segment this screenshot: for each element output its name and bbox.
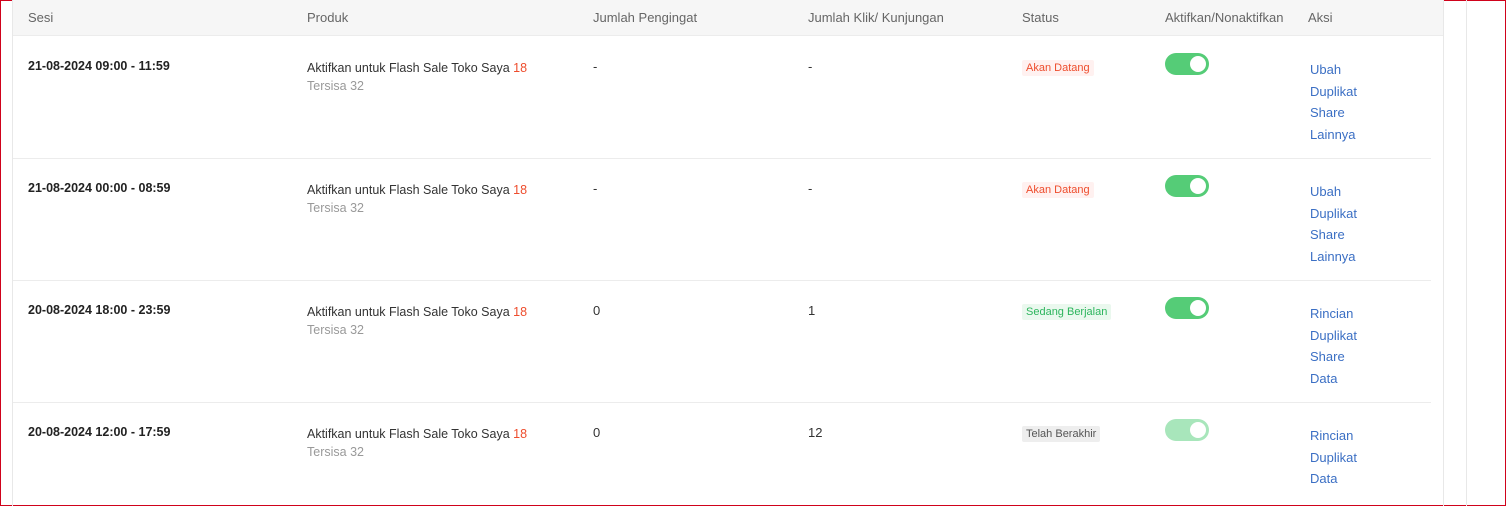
status-badge: Akan Datang: [1022, 60, 1094, 76]
toggle-knob: [1190, 300, 1206, 316]
product-count: 18: [513, 183, 528, 197]
stock-remaining: Tersisa 32: [307, 323, 364, 337]
actions-list: Ubah Duplikat Share Lainnya: [1310, 59, 1357, 146]
data-link[interactable]: Data: [1310, 468, 1357, 490]
click-count: -: [808, 181, 813, 196]
toggle-knob: [1190, 178, 1206, 194]
stock-remaining: Tersisa 32: [307, 79, 364, 93]
status-badge: Sedang Berjalan: [1022, 304, 1112, 320]
enable-toggle[interactable]: [1165, 297, 1209, 319]
edit-link[interactable]: Ubah: [1310, 59, 1357, 81]
toggle-knob: [1190, 56, 1206, 72]
product-count: 18: [513, 305, 528, 319]
details-link[interactable]: Rincian: [1310, 303, 1357, 325]
session-time: 20-08-2024 18:00 - 23:59: [28, 303, 171, 317]
product-cell: Aktifkan untuk Flash Sale Toko Saya 18 T…: [307, 425, 527, 461]
table-row: 21-08-2024 09:00 - 11:59 Aktifkan untuk …: [13, 37, 1431, 159]
data-link[interactable]: Data: [1310, 368, 1357, 390]
stock-remaining: Tersisa 32: [307, 201, 364, 215]
duplicate-link[interactable]: Duplikat: [1310, 325, 1357, 347]
share-link[interactable]: Share: [1310, 102, 1357, 124]
enable-toggle: [1165, 419, 1209, 441]
product-cell: Aktifkan untuk Flash Sale Toko Saya 18 T…: [307, 59, 527, 95]
more-link[interactable]: Lainnya: [1310, 124, 1357, 146]
reminder-count: 0: [593, 303, 601, 318]
actions-list: Rincian Duplikat Share Data: [1310, 303, 1357, 390]
reminder-count: -: [593, 59, 598, 74]
header-klik: Jumlah Klik/ Kunjungan: [808, 10, 944, 25]
product-cell: Aktifkan untuk Flash Sale Toko Saya 18 T…: [307, 181, 527, 217]
click-count: 12: [808, 425, 823, 440]
reminder-count: -: [593, 181, 598, 196]
header-status: Status: [1022, 10, 1059, 25]
click-count: -: [808, 59, 813, 74]
product-label: Aktifkan untuk Flash Sale Toko Saya: [307, 61, 510, 75]
enable-toggle[interactable]: [1165, 53, 1209, 75]
product-count: 18: [513, 427, 528, 441]
scrollbar-track: [1466, 0, 1467, 506]
status-badge: Telah Berakhir: [1022, 426, 1101, 442]
actions-list: Ubah Duplikat Share Lainnya: [1310, 181, 1357, 268]
duplicate-link[interactable]: Duplikat: [1310, 81, 1357, 103]
enable-toggle[interactable]: [1165, 175, 1209, 197]
flash-sale-table: Sesi Produk Jumlah Pengingat Jumlah Klik…: [12, 0, 1444, 506]
header-aktifkan: Aktifkan/Nonaktifkan: [1165, 10, 1284, 25]
more-link[interactable]: Lainnya: [1310, 246, 1357, 268]
details-link[interactable]: Rincian: [1310, 425, 1357, 447]
toggle-knob: [1190, 422, 1206, 438]
header-aksi: Aksi: [1308, 10, 1333, 25]
click-count: 1: [808, 303, 816, 318]
table-header: Sesi Produk Jumlah Pengingat Jumlah Klik…: [13, 0, 1443, 36]
product-label: Aktifkan untuk Flash Sale Toko Saya: [307, 183, 510, 197]
duplicate-link[interactable]: Duplikat: [1310, 447, 1357, 469]
header-produk: Produk: [307, 10, 349, 25]
header-sesi: Sesi: [28, 10, 54, 25]
duplicate-link[interactable]: Duplikat: [1310, 203, 1357, 225]
actions-list: Rincian Duplikat Data: [1310, 425, 1357, 490]
edit-link[interactable]: Ubah: [1310, 181, 1357, 203]
product-label: Aktifkan untuk Flash Sale Toko Saya: [307, 427, 510, 441]
product-cell: Aktifkan untuk Flash Sale Toko Saya 18 T…: [307, 303, 527, 339]
session-time: 20-08-2024 12:00 - 17:59: [28, 425, 171, 439]
header-pengingat: Jumlah Pengingat: [593, 10, 698, 25]
status-badge: Akan Datang: [1022, 182, 1094, 198]
session-time: 21-08-2024 00:00 - 08:59: [28, 181, 171, 195]
share-link[interactable]: Share: [1310, 346, 1357, 368]
table-row: 20-08-2024 12:00 - 17:59 Aktifkan untuk …: [13, 403, 1431, 525]
product-count: 18: [513, 61, 528, 75]
session-time: 21-08-2024 09:00 - 11:59: [28, 59, 170, 73]
table-row: 20-08-2024 18:00 - 23:59 Aktifkan untuk …: [13, 281, 1431, 403]
reminder-count: 0: [593, 425, 601, 440]
table-row: 21-08-2024 00:00 - 08:59 Aktifkan untuk …: [13, 159, 1431, 281]
product-label: Aktifkan untuk Flash Sale Toko Saya: [307, 305, 510, 319]
stock-remaining: Tersisa 32: [307, 445, 364, 459]
share-link[interactable]: Share: [1310, 224, 1357, 246]
